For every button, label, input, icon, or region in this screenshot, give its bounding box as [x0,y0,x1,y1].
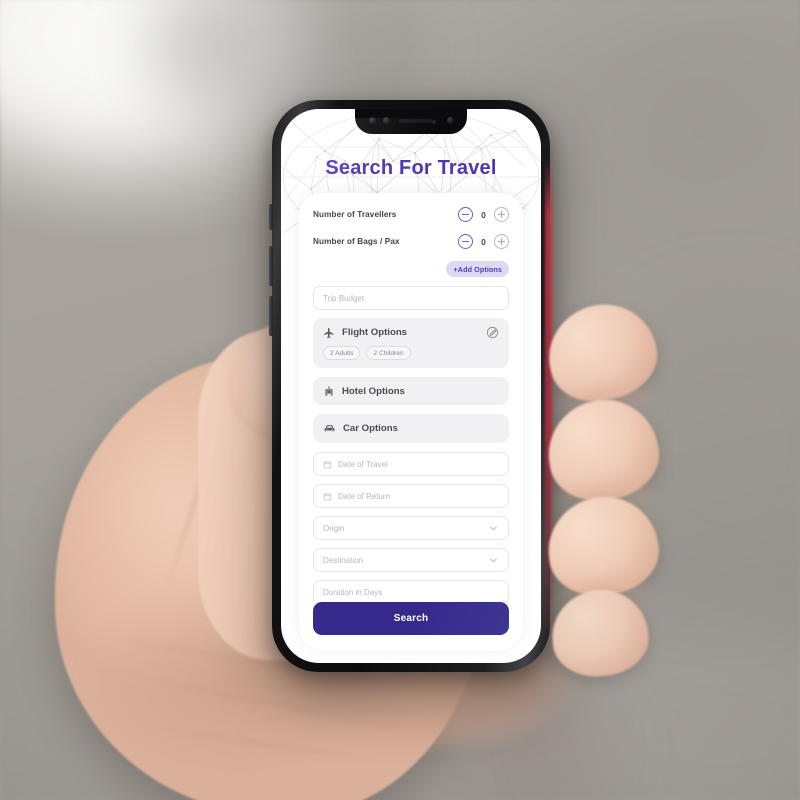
earpiece-speaker [399,119,433,123]
origin-placeholder: Origin [323,523,345,533]
bags-decrement-button[interactable] [458,234,473,249]
travellers-counter-row: Number of Travellers 0 [313,207,509,222]
volume-up-button[interactable] [269,246,273,286]
travellers-stepper: 0 [458,207,509,222]
duration-in-days-input[interactable]: Duration in Days [313,580,509,604]
destination-select[interactable]: Destination [313,548,509,572]
mute-switch[interactable] [269,204,273,230]
date-of-travel-input[interactable]: Date of Travel [313,452,509,476]
phone-notch [355,109,467,134]
travellers-decrement-button[interactable] [458,207,473,222]
search-form-card: Number of Travellers 0 Number of Bags / … [299,193,523,651]
travellers-value: 0 [481,209,486,220]
bags-counter-row: Number of Bags / Pax 0 [313,234,509,249]
ir-camera-icon [383,117,390,124]
date-of-return-input[interactable]: Date of Return [313,484,509,508]
hotel-options-title-group: Hotel Options [323,385,499,397]
airplane-icon [323,327,335,339]
destination-placeholder: Destination [323,555,364,565]
car-options-title-group: Car Options [323,422,499,435]
trip-budget-placeholder: Trip Budget [323,293,365,303]
bags-value: 0 [481,236,486,247]
date-of-travel-placeholder: Date of Travel [338,459,388,469]
duration-placeholder: Duration in Days [323,587,383,597]
travel-search-app: Search For Travel Number of Travellers 0 [281,109,541,663]
car-options-card[interactable]: Car Options [313,414,509,443]
bags-stepper: 0 [458,234,509,249]
flight-options-card[interactable]: Flight Options 2 Adults 2 Children [313,318,509,368]
phone-device: Search For Travel Number of Travellers 0 [269,100,550,672]
travellers-label: Number of Travellers [313,210,397,219]
add-options-row: +Add Options [313,261,509,277]
chip-children[interactable]: 2 Children [366,346,411,360]
front-camera-icon [369,117,376,124]
chevron-down-icon[interactable] [488,555,499,566]
page-title: Search For Travel [325,157,497,179]
volume-down-button[interactable] [269,296,273,336]
search-button[interactable]: Search [313,602,509,635]
screenshot-scene: Search For Travel Number of Travellers 0 [0,0,800,800]
edit-pencil-icon[interactable] [486,326,499,339]
bags-label: Number of Bags / Pax [313,237,400,246]
phone-screen: Search For Travel Number of Travellers 0 [281,109,541,663]
flight-options-title-group: Flight Options [323,327,407,339]
flight-passenger-chips: 2 Adults 2 Children [323,346,499,360]
date-of-return-placeholder: Date of Return [338,491,391,501]
dot-projector-icon [447,117,454,124]
calendar-icon [323,460,332,469]
car-icon [323,422,336,435]
flight-options-label: Flight Options [342,327,408,338]
trip-budget-input[interactable]: Trip Budget [313,286,509,310]
flight-options-header: Flight Options [323,326,499,339]
hotel-options-label: Hotel Options [342,385,405,397]
hotel-building-icon [323,385,335,397]
travellers-increment-button[interactable] [494,207,509,222]
hotel-options-card[interactable]: Hotel Options [313,377,509,405]
calendar-icon [323,492,332,501]
chevron-down-icon[interactable] [488,523,499,534]
chip-adults[interactable]: 2 Adults [323,346,361,360]
car-options-label: Car Options [343,423,398,434]
origin-select[interactable]: Origin [313,516,509,540]
proximity-sensor-icon [432,120,436,124]
add-options-button[interactable]: +Add Options [446,261,509,277]
bags-increment-button[interactable] [494,234,509,249]
